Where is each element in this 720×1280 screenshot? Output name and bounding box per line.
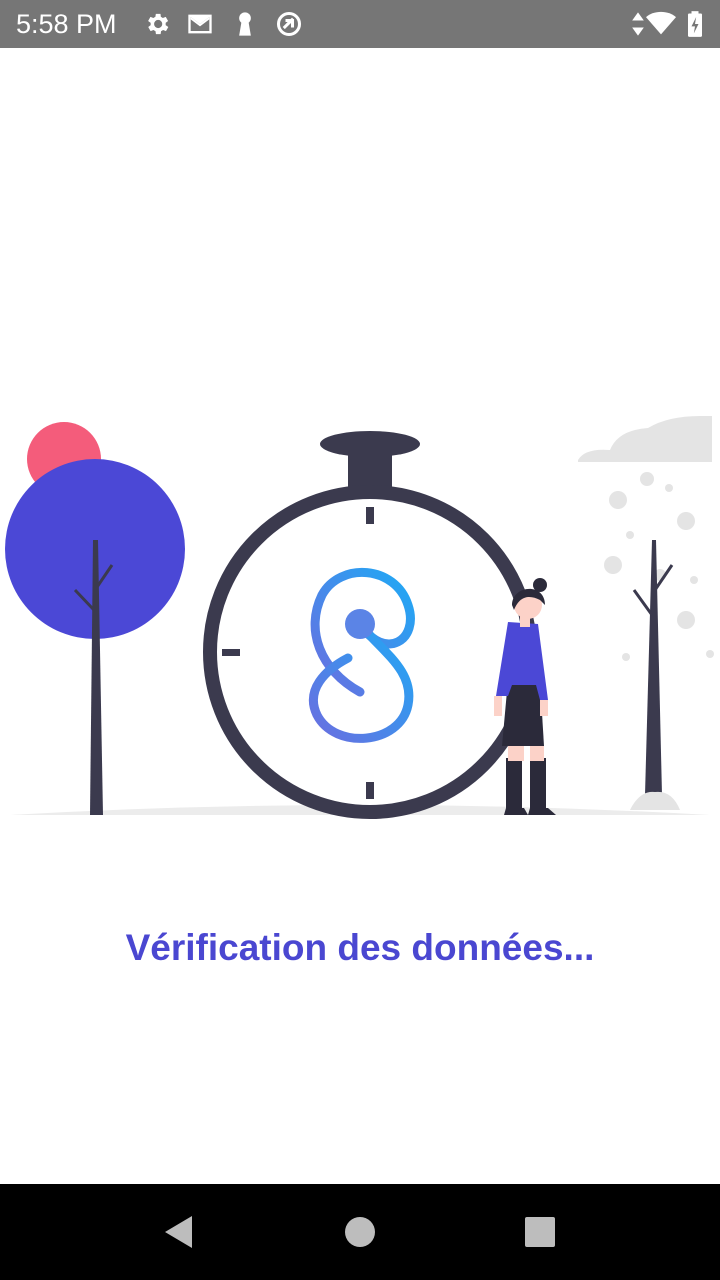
status-bar: 5:58 PM 4 <box>0 0 720 48</box>
settings-icon <box>143 10 171 38</box>
splash-screen: 5:58 PM 4 Vérification des données... <box>0 0 720 1280</box>
snow-dots <box>604 472 714 661</box>
svg-text:4: 4 <box>668 26 674 37</box>
keyhole-icon <box>231 10 259 38</box>
sync-icon <box>275 10 303 38</box>
navigation-bar <box>0 1184 720 1280</box>
home-icon[interactable] <box>340 1212 380 1252</box>
cloud <box>578 416 712 462</box>
data-arrows-icon <box>628 10 648 38</box>
right-tree <box>630 540 680 810</box>
wifi-icon: 4 <box>646 10 676 38</box>
gmail-icon <box>186 10 214 38</box>
loading-illustration <box>0 400 720 830</box>
status-time: 5:58 PM <box>16 9 117 39</box>
left-tree <box>5 459 185 815</box>
back-icon[interactable] <box>159 1212 199 1252</box>
loading-message: Vérification des données... <box>125 927 595 968</box>
recents-icon[interactable] <box>520 1212 560 1252</box>
battery-charging-icon <box>684 10 706 38</box>
